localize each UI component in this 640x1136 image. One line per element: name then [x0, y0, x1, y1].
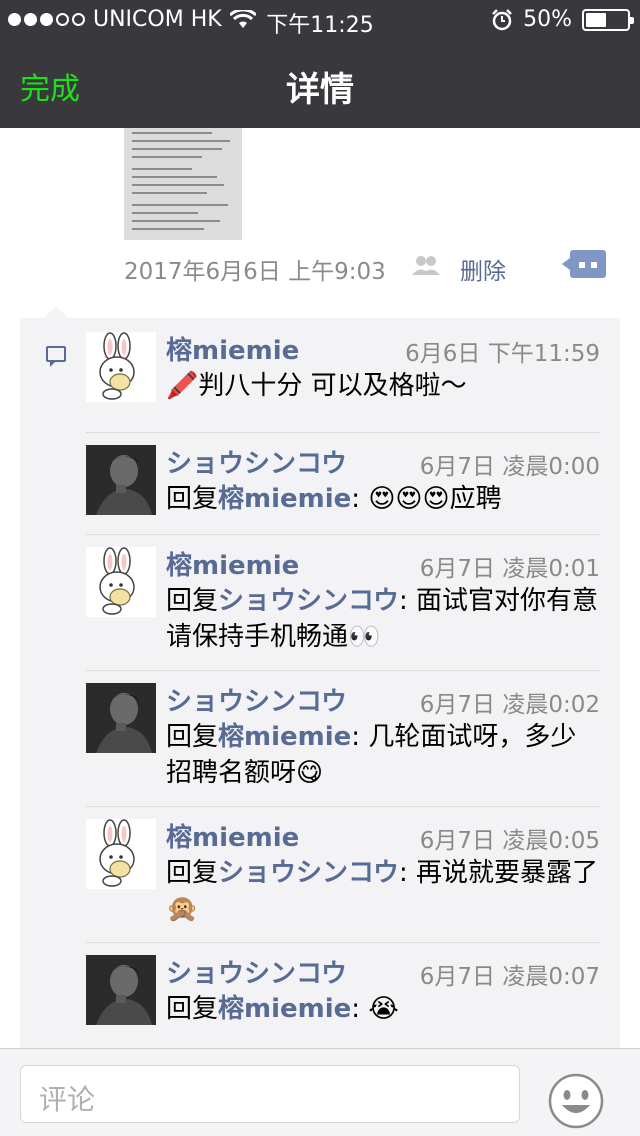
- reply-prefix: 回复: [166, 722, 219, 752]
- comment-body: 🖍️判八十分 可以及格啦～: [166, 371, 467, 401]
- comment-author[interactable]: ショウシンコウ: [166, 443, 347, 480]
- post-image[interactable]: [124, 128, 242, 240]
- man-avatar[interactable]: [86, 955, 156, 1025]
- comment-text: 回复榕miemie: 几轮面试呀，多少招聘名额呀😋: [166, 719, 600, 791]
- comment-author[interactable]: 榕miemie: [166, 817, 299, 854]
- reply-prefix: 回复: [166, 858, 219, 888]
- reply-prefix: 回复: [166, 586, 219, 616]
- status-bar: UNICOM HK 下午11:25 50%: [0, 0, 640, 40]
- reply-to-name[interactable]: 榕miemie: [218, 994, 351, 1024]
- reply-to-name[interactable]: ショウシンコウ: [218, 858, 399, 888]
- battery-icon: [582, 8, 634, 31]
- emoji-icon[interactable]: [548, 1073, 604, 1129]
- comment-time: 6月7日 凌晨0:05: [419, 828, 600, 854]
- delete-button[interactable]: 删除: [460, 252, 506, 286]
- visibility-icon: [412, 256, 440, 275]
- reply-to-name[interactable]: ショウシンコウ: [218, 586, 399, 616]
- reply-to-name[interactable]: 榕miemie: [218, 484, 351, 514]
- comment-menu-button[interactable]: [562, 250, 606, 278]
- comment-text: 回复ショウシンコウ: 再说就要暴露了🙊: [166, 855, 600, 927]
- comment-time: 6月7日 凌晨0:01: [419, 556, 600, 582]
- reply-to-name[interactable]: 榕miemie: [218, 722, 351, 752]
- comment-text: 🖍️判八十分 可以及格啦～: [166, 368, 600, 404]
- bunny-avatar[interactable]: [86, 547, 156, 617]
- comment-body: : 😍😍😍应聘: [351, 484, 502, 514]
- comment-item[interactable]: 榕miemie 6月7日 凌晨0:05 回复ショウシンコウ: 再说就要暴露了🙊: [86, 806, 600, 940]
- battery-percent: 50%: [523, 7, 572, 32]
- bunny-avatar[interactable]: [86, 332, 156, 402]
- comment-author[interactable]: 榕miemie: [166, 330, 299, 367]
- comment-item[interactable]: ショウシンコウ 6月7日 凌晨0:07 回复榕miemie: 😭: [86, 942, 600, 1042]
- comment-text: 回复ショウシンコウ: 面试官对你有意 请保持手机畅通👀: [166, 583, 600, 655]
- comment-author[interactable]: ショウシンコウ: [166, 953, 347, 990]
- comment-text: 回复榕miemie: 😭: [166, 991, 600, 1027]
- comment-input-bar: 评论: [0, 1048, 640, 1136]
- comment-author[interactable]: ショウシンコウ: [166, 681, 347, 718]
- alarm-icon: [492, 8, 512, 30]
- comment-time: 6月7日 凌晨0:00: [419, 454, 600, 480]
- reply-prefix: 回复: [166, 484, 219, 514]
- comment-item[interactable]: ショウシンコウ 6月7日 凌晨0:02 回复榕miemie: 几轮面试呀，多少招聘名…: [86, 670, 600, 804]
- comment-item[interactable]: 榕miemie 6月6日 下午11:59 🖍️判八十分 可以及格啦～: [86, 332, 600, 418]
- comment-time: 6月6日 下午11:59: [405, 341, 600, 367]
- comment-time: 6月7日 凌晨0:02: [419, 692, 600, 718]
- comment-input[interactable]: 评论: [20, 1065, 520, 1123]
- comment-icon: [46, 346, 66, 367]
- comment-item[interactable]: ショウシンコウ 6月7日 凌晨0:00 回复榕miemie: 😍😍😍应聘: [86, 432, 600, 532]
- comment-text: 回复榕miemie: 😍😍😍应聘: [166, 481, 600, 517]
- comment-item[interactable]: 榕miemie 6月7日 凌晨0:01 回复ショウシンコウ: 面试官对你有意 请保持…: [86, 534, 600, 668]
- comments-panel: 榕miemie 6月6日 下午11:59 🖍️判八十分 可以及格啦～ ショウシンコウ 6…: [20, 306, 620, 1048]
- comment-author[interactable]: 榕miemie: [166, 545, 299, 582]
- man-avatar[interactable]: [86, 683, 156, 753]
- reply-prefix: 回复: [166, 994, 219, 1024]
- top-bar: UNICOM HK 下午11:25 50% 完成 详情: [0, 0, 640, 128]
- man-avatar[interactable]: [86, 445, 156, 515]
- status-right: 50%: [491, 7, 634, 32]
- comment-body: : 😭: [351, 994, 399, 1024]
- page-title: 详情: [286, 70, 354, 110]
- bunny-avatar[interactable]: [86, 819, 156, 889]
- post-timestamp: 2017年6月6日 上午9:03: [124, 259, 386, 285]
- comment-time: 6月7日 凌晨0:07: [419, 964, 600, 990]
